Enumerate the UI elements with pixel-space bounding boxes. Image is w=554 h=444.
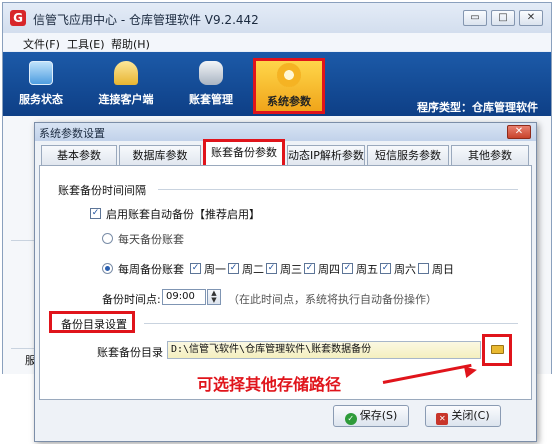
app-logo-icon: G xyxy=(10,10,26,26)
tab-basic[interactable]: 基本参数 xyxy=(41,145,117,165)
toolbar-account-manage[interactable]: 账套管理 xyxy=(179,57,243,113)
backup-time-hint: （在此时间点，系统将执行自动备份操作） xyxy=(228,293,437,306)
enable-auto-backup-checkbox[interactable]: ✓ xyxy=(90,208,101,219)
group-divider xyxy=(144,323,518,324)
program-type-label: 程序类型：仓库管理软件 xyxy=(417,101,538,114)
day-label-wed: 周三 xyxy=(280,263,302,276)
day-label-sat: 周六 xyxy=(394,263,416,276)
backup-settings-panel: 账套备份时间间隔 ✓ 启用账套自动备份【推荐启用】 每天备份账套 每周备份账套 … xyxy=(39,165,532,400)
day-checkbox-sun[interactable] xyxy=(418,263,429,274)
day-label-sun: 周日 xyxy=(432,263,454,276)
annotation-text: 可选择其他存储路径 xyxy=(197,375,342,394)
menu-file[interactable]: 文件(F) xyxy=(23,36,60,52)
toolbar-label: 连接客户端 xyxy=(98,93,154,106)
day-checkbox-sat[interactable]: ✓ xyxy=(380,263,391,274)
time-spinner[interactable]: ▲ ▼ xyxy=(207,289,221,305)
menu-help[interactable]: 帮助(H) xyxy=(111,36,150,52)
enable-auto-backup-label: 启用账套自动备份【推荐启用】 xyxy=(106,208,260,221)
dialog-close-icon[interactable]: ✕ xyxy=(507,125,531,139)
toolbar-label: 账套管理 xyxy=(189,93,233,106)
daily-backup-label: 每天备份账套 xyxy=(118,233,184,246)
save-button[interactable]: ✓ 保存(S) xyxy=(333,405,409,427)
tab-account-backup[interactable]: 账套备份参数 xyxy=(203,139,285,165)
save-button-label: 保存(S) xyxy=(359,409,398,422)
dialog-title-bar: 系统参数设置 ✕ xyxy=(35,123,536,141)
backup-dir-path-field[interactable]: D:\信管飞软件\仓库管理软件\账套数据备份 xyxy=(167,341,481,359)
maximize-button[interactable]: □ xyxy=(491,10,515,26)
toolbar-label: 系统参数 xyxy=(267,95,311,108)
annotation-arrow-head xyxy=(463,363,479,379)
system-params-dialog: 系统参数设置 ✕ 基本参数 数据库参数 账套备份参数 动态IP解析参数 短信服务… xyxy=(34,122,537,442)
backup-time-label: 备份时间点: xyxy=(102,293,161,306)
close-icon: ✕ xyxy=(436,413,449,425)
browse-folder-button[interactable] xyxy=(482,334,512,366)
menu-tools[interactable]: 工具(E) xyxy=(67,36,105,52)
backup-dir-label: 账套备份目录 xyxy=(97,346,163,359)
day-label-thu: 周四 xyxy=(318,263,340,276)
day-checkbox-fri[interactable]: ✓ xyxy=(342,263,353,274)
tab-dynamic-ip[interactable]: 动态IP解析参数 xyxy=(287,145,365,165)
tab-database[interactable]: 数据库参数 xyxy=(119,145,201,165)
folder-icon xyxy=(491,345,504,354)
day-checkbox-tue[interactable]: ✓ xyxy=(228,263,239,274)
database-icon xyxy=(199,61,223,85)
weekly-backup-label: 每周备份账套 xyxy=(118,263,184,276)
monitor-icon xyxy=(29,61,53,85)
toolbar-label: 服务状态 xyxy=(19,93,63,106)
users-icon xyxy=(114,61,138,85)
backup-dir-group-title: 备份目录设置 xyxy=(61,318,127,331)
backup-time-input[interactable]: 09:00 xyxy=(162,289,206,305)
day-checkbox-wed[interactable]: ✓ xyxy=(266,263,277,274)
day-checkbox-mon[interactable]: ✓ xyxy=(190,263,201,274)
close-button[interactable]: ✕ 关闭(C) xyxy=(425,405,501,427)
toolbar-service-status[interactable]: 服务状态 xyxy=(9,57,73,113)
backup-interval-group-title: 账套备份时间间隔 xyxy=(58,184,146,197)
day-label-tue: 周二 xyxy=(242,263,264,276)
weekly-backup-radio[interactable] xyxy=(102,263,113,274)
close-button-label: 关闭(C) xyxy=(451,409,490,422)
daily-backup-radio[interactable] xyxy=(102,233,113,244)
minimize-button[interactable]: ▭ xyxy=(463,10,487,26)
tab-other[interactable]: 其他参数 xyxy=(451,145,529,165)
day-label-fri: 周五 xyxy=(356,263,378,276)
day-checkbox-thu[interactable]: ✓ xyxy=(304,263,315,274)
toolbar-system-params[interactable]: 系统参数 xyxy=(253,58,325,114)
group-divider xyxy=(158,189,518,190)
window-title: 信管飞应用中心 - 仓库管理软件 V9.2.442 xyxy=(33,13,259,27)
close-window-button[interactable]: ✕ xyxy=(519,10,543,26)
tab-sms-service[interactable]: 短信服务参数 xyxy=(367,145,449,165)
gear-icon xyxy=(277,63,301,87)
check-icon: ✓ xyxy=(344,413,357,425)
day-label-mon: 周一 xyxy=(204,263,226,276)
title-bar: G 信管飞应用中心 - 仓库管理软件 V9.2.442 ▭ □ ✕ xyxy=(3,3,551,33)
dialog-title: 系统参数设置 xyxy=(39,127,105,140)
toolbar-connect-client[interactable]: 连接客户端 xyxy=(89,57,163,113)
